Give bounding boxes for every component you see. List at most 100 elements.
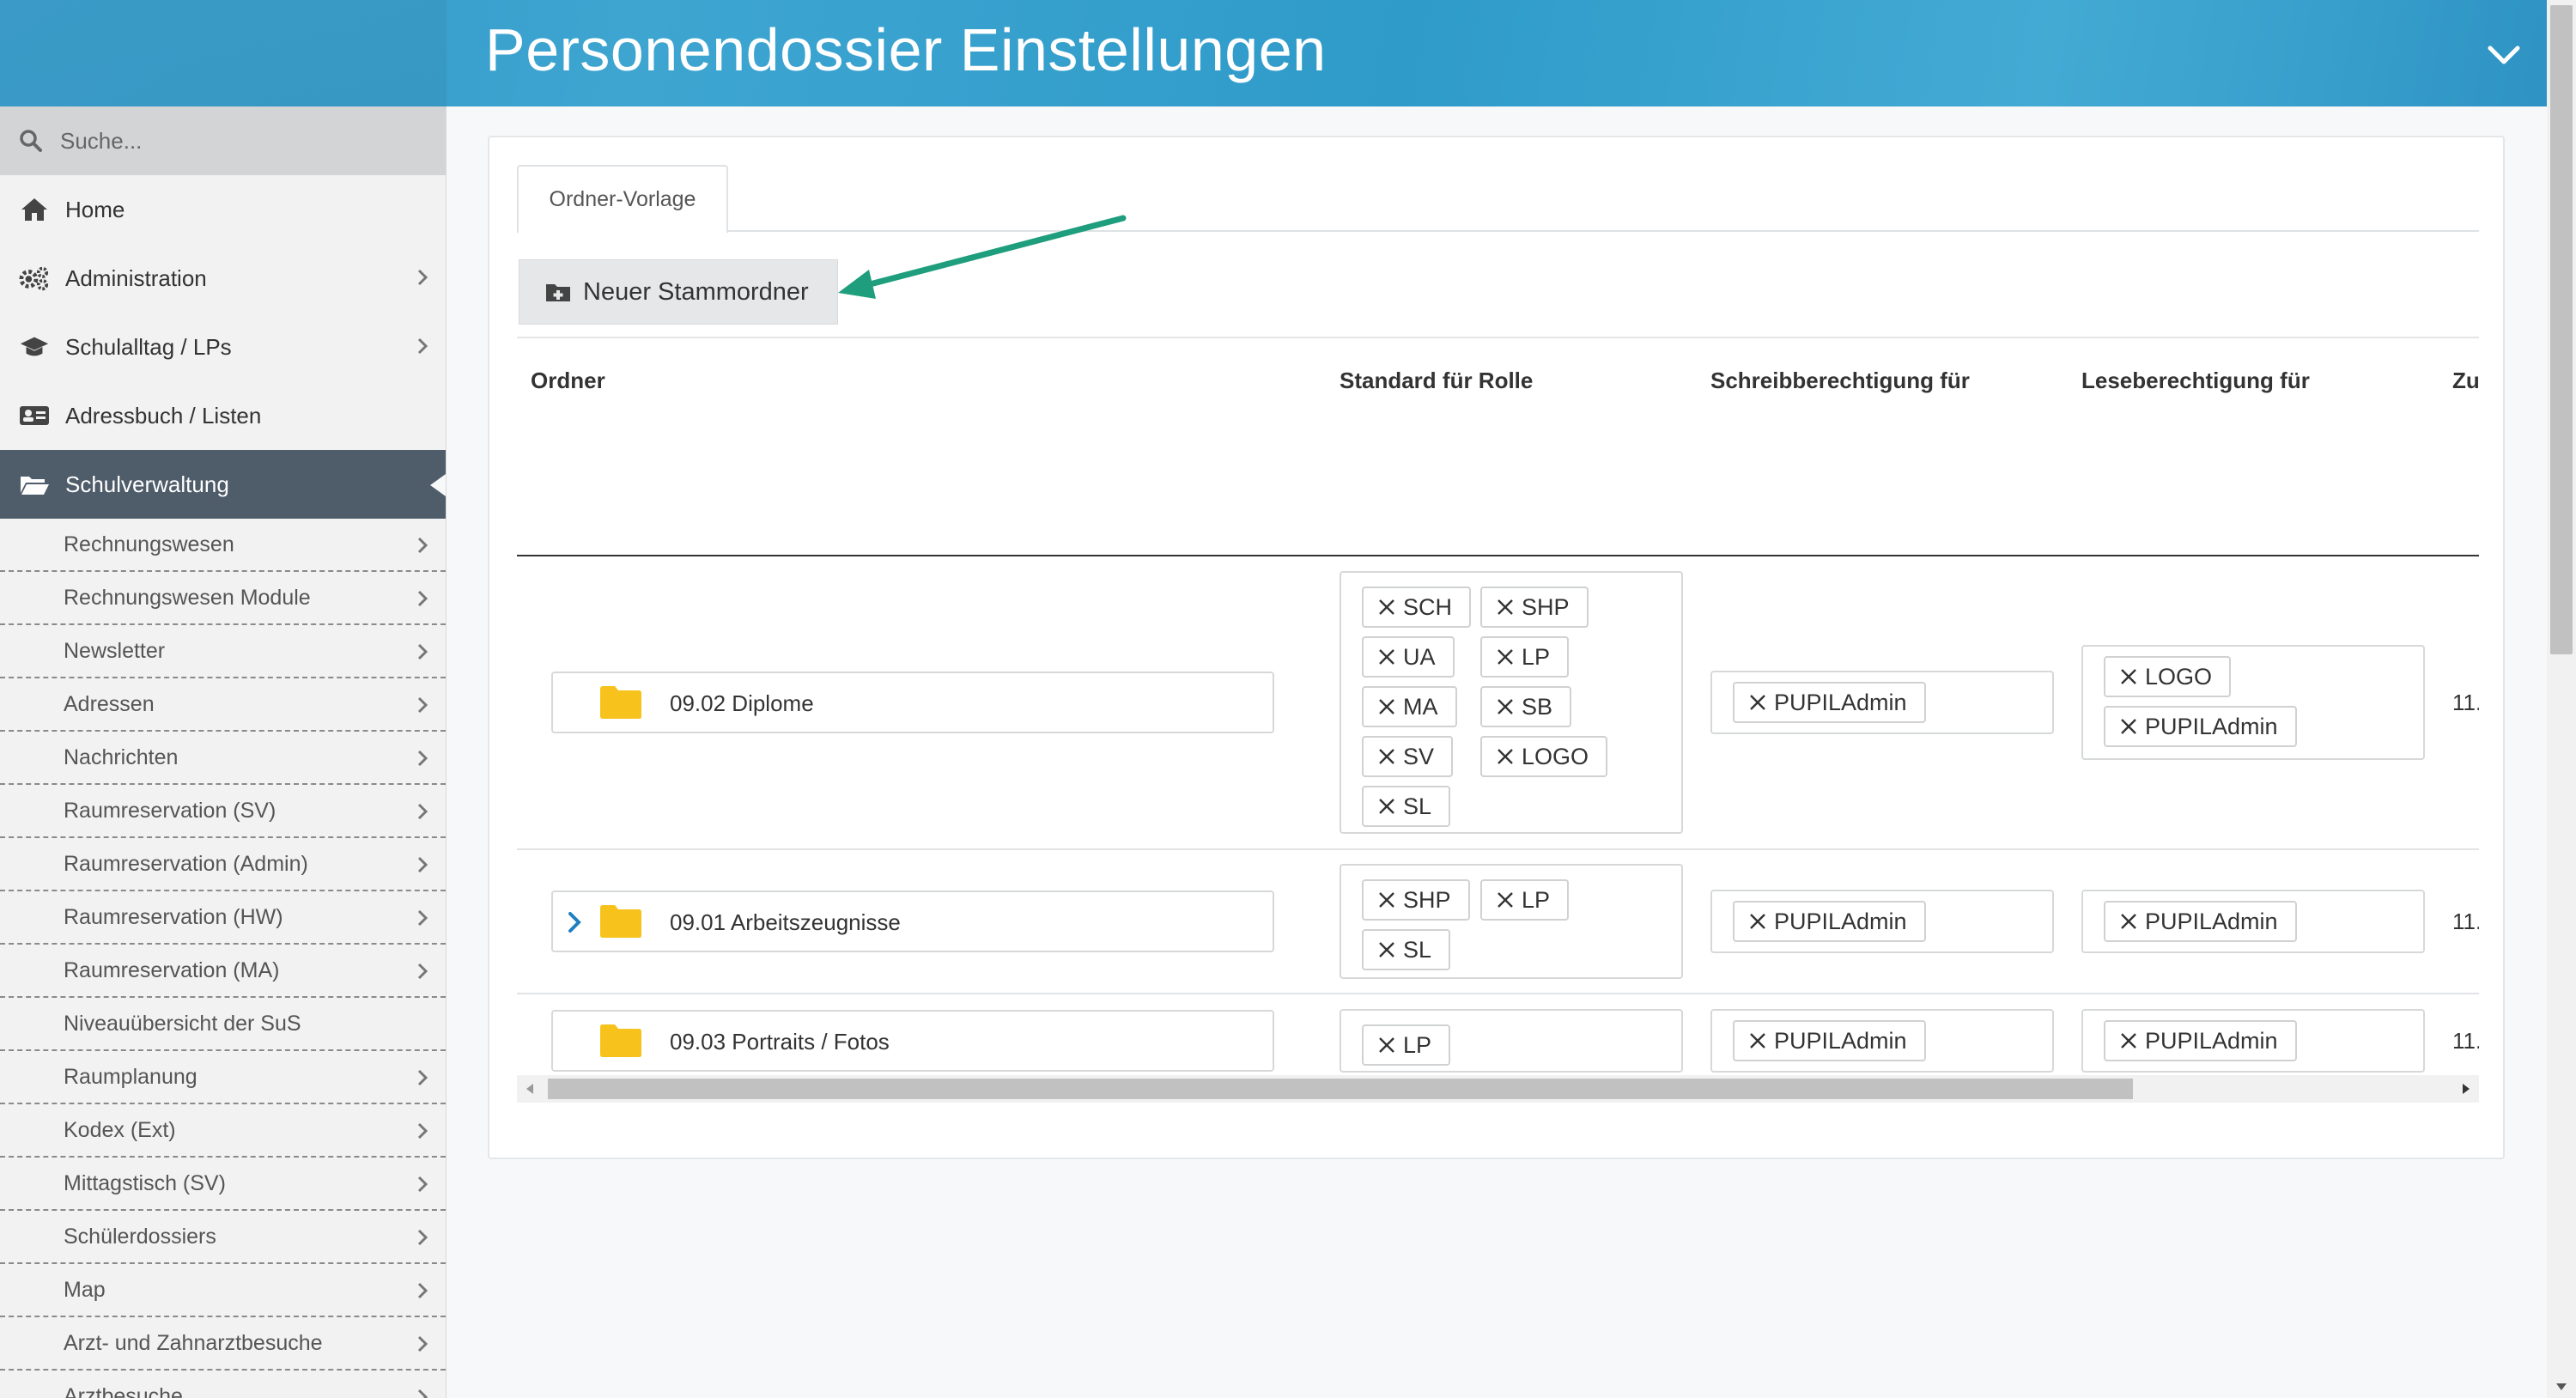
write-permission-field[interactable]: PUPILAdmin: [1710, 671, 2054, 734]
close-icon[interactable]: [1496, 747, 1515, 766]
column-header-ordner[interactable]: Ordner: [531, 368, 605, 394]
sidebar-item-label: Schulalltag / LPs: [65, 333, 232, 360]
column-header-lese[interactable]: Leseberechtigung für: [2081, 368, 2310, 394]
sidebar-subitem[interactable]: Kodex (Ext): [0, 1104, 446, 1158]
close-icon[interactable]: [1377, 747, 1396, 766]
sidebar-item-schulverwaltung[interactable]: Schulverwaltung: [0, 450, 446, 519]
last-modified-date: 11.01.: [2452, 1028, 2479, 1054]
read-permission-field[interactable]: PUPILAdmin: [2081, 890, 2425, 953]
standard-roles-field[interactable]: SCH SHP UA LP MA SB SV LOGO SL: [1340, 571, 1683, 834]
sidebar-subitem-label: Nachrichten: [64, 745, 179, 769]
chevron-down-icon: [2488, 46, 2520, 64]
read-permission-field[interactable]: PUPILAdmin: [2081, 1009, 2425, 1073]
role-tag: LOGO: [1480, 736, 1608, 777]
folder-open-icon: [19, 471, 50, 497]
write-permission-field[interactable]: PUPILAdmin: [1710, 1009, 2054, 1073]
page-scrollbar[interactable]: [2547, 0, 2576, 1398]
role-tag: SL: [1362, 929, 1451, 970]
sidebar-subitem[interactable]: Nachrichten: [0, 732, 446, 785]
sidebar-subitem[interactable]: Niveauübersicht der SuS: [0, 998, 446, 1051]
scroll-right-icon[interactable]: [2462, 1083, 2470, 1095]
sidebar-search: [0, 106, 446, 175]
close-icon[interactable]: [1748, 1031, 1767, 1050]
close-icon[interactable]: [1748, 693, 1767, 712]
close-icon[interactable]: [1496, 697, 1515, 716]
gears-icon: [19, 265, 50, 291]
sidebar-subitem-label: Map: [64, 1277, 106, 1302]
role-tag-label: PUPILAdmin: [1774, 908, 1907, 934]
close-icon[interactable]: [1377, 647, 1396, 666]
chevron-right-icon: [416, 536, 428, 561]
chevron-right-icon: [416, 589, 428, 614]
close-icon[interactable]: [2119, 912, 2138, 931]
sidebar-item-administration[interactable]: Administration: [0, 244, 446, 313]
folder-icon: [599, 1024, 642, 1062]
sidebar-subitem[interactable]: Raumreservation (MA): [0, 945, 446, 998]
sidebar-subitem[interactable]: Raumplanung: [0, 1051, 446, 1104]
close-icon[interactable]: [1377, 1036, 1396, 1055]
sidebar-subitem[interactable]: Raumreservation (HW): [0, 891, 446, 945]
sidebar-subitem[interactable]: Arzt- und Zahnarztbesuche: [0, 1317, 446, 1371]
close-icon[interactable]: [2119, 1031, 2138, 1050]
close-icon[interactable]: [1496, 890, 1515, 909]
sidebar-item-home[interactable]: Home: [0, 175, 446, 244]
close-icon[interactable]: [2119, 667, 2138, 686]
close-icon[interactable]: [1377, 890, 1396, 909]
folder-name: 09.01 Arbeitszeugnisse: [670, 909, 901, 935]
new-root-folder-label: Neuer Stammordner: [583, 277, 809, 306]
scroll-down-icon[interactable]: [2555, 1383, 2567, 1391]
read-permission-field[interactable]: LOGO PUPILAdmin: [2081, 645, 2425, 760]
close-icon[interactable]: [1496, 598, 1515, 617]
sidebar-subitem-label: Adressen: [64, 691, 155, 716]
sidebar-subitem[interactable]: Raumreservation (Admin): [0, 838, 446, 891]
sidebar-item-adressbuch[interactable]: Adressbuch / Listen: [0, 381, 446, 450]
folder-cell[interactable]: 09.03 Portraits / Fotos: [551, 1010, 1274, 1072]
sidebar-subitem[interactable]: Arztbesuche: [0, 1371, 446, 1398]
close-icon[interactable]: [1377, 940, 1396, 959]
close-icon[interactable]: [1377, 797, 1396, 816]
sidebar-subitem[interactable]: Rechnungswesen Module: [0, 572, 446, 625]
new-root-folder-button[interactable]: Neuer Stammordner: [519, 259, 838, 325]
close-icon[interactable]: [1377, 697, 1396, 716]
close-icon[interactable]: [1377, 598, 1396, 617]
sidebar-subitem[interactable]: Raumreservation (SV): [0, 785, 446, 838]
sidebar-subitem[interactable]: Newsletter: [0, 625, 446, 678]
chevron-right-icon: [416, 749, 428, 774]
page-scrollbar-thumb[interactable]: [2550, 5, 2573, 654]
sidebar-subitem-label: Schülerdossiers: [64, 1224, 216, 1249]
sidebar-subitem[interactable]: Adressen: [0, 678, 446, 732]
folder-icon: [599, 904, 642, 943]
chevron-right-icon[interactable]: [567, 911, 582, 938]
sidebar-subitem[interactable]: Map: [0, 1264, 446, 1317]
standard-roles-field[interactable]: LP: [1340, 1009, 1683, 1073]
folder-cell[interactable]: 09.02 Diplome: [551, 672, 1274, 733]
chevron-right-icon: [416, 1281, 428, 1306]
sidebar-item-schulalltag[interactable]: Schulalltag / LPs: [0, 313, 446, 381]
role-tag: LP: [1480, 636, 1570, 678]
role-tag-label: LOGO: [2145, 663, 2213, 690]
column-header-zuletzt[interactable]: Zuletz: [2452, 368, 2479, 394]
folder-cell[interactable]: 09.01 Arbeitszeugnisse: [551, 890, 1274, 952]
scroll-left-icon[interactable]: [526, 1083, 534, 1095]
standard-roles-field[interactable]: SHP LP SL: [1340, 864, 1683, 979]
write-permission-field[interactable]: PUPILAdmin: [1710, 890, 2054, 953]
scrollbar-thumb[interactable]: [548, 1079, 2133, 1099]
sidebar-item-label: Home: [65, 196, 125, 222]
sidebar-subitem[interactable]: Rechnungswesen: [0, 519, 446, 572]
close-icon[interactable]: [2119, 717, 2138, 736]
close-icon[interactable]: [1748, 912, 1767, 931]
sidebar-subitem-label: Kodex (Ext): [64, 1117, 176, 1142]
role-tag: MA: [1362, 686, 1457, 727]
sidebar-item-label: Adressbuch / Listen: [65, 402, 262, 429]
column-header-schreib[interactable]: Schreibberechtigung für: [1710, 368, 1970, 394]
sidebar-subitem[interactable]: Schülerdossiers: [0, 1211, 446, 1264]
close-icon[interactable]: [1496, 647, 1515, 666]
folder-name: 09.03 Portraits / Fotos: [670, 1029, 890, 1055]
header-collapse-button[interactable]: [2485, 38, 2523, 72]
horizontal-scrollbar[interactable]: [517, 1075, 2479, 1103]
sidebar-subitem[interactable]: Mittagstisch (SV): [0, 1158, 446, 1211]
search-input[interactable]: [60, 127, 404, 155]
column-header-standard[interactable]: Standard für Rolle: [1340, 368, 1533, 394]
tab-ordner-vorlage[interactable]: Ordner-Vorlage: [517, 165, 728, 234]
last-modified-date: 11.01.: [2452, 690, 2479, 715]
